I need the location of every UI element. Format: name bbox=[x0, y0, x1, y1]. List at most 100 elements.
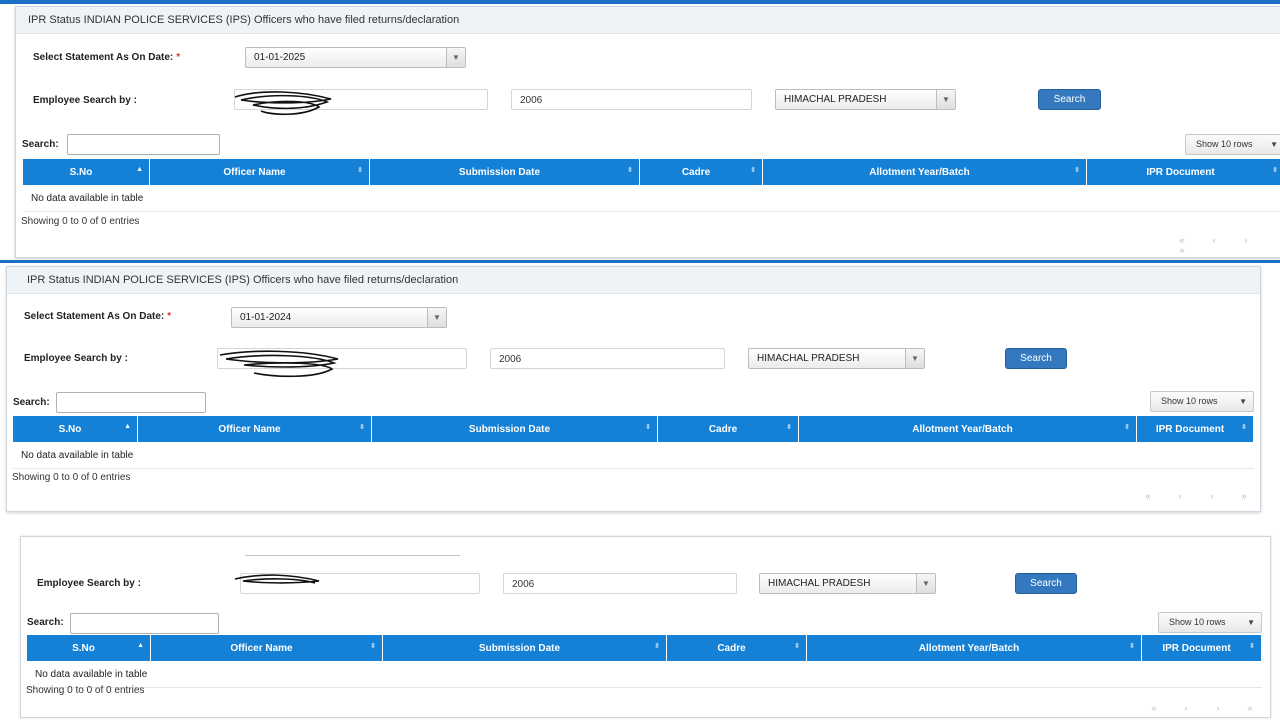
column-header-allotment-year[interactable]: Allotment Year/Batch ⬍ bbox=[798, 416, 1137, 442]
sort-icon: ⬍ bbox=[1129, 643, 1135, 650]
prev-page-icon[interactable]: ‹ bbox=[1170, 703, 1202, 713]
next-page-icon[interactable]: › bbox=[1230, 235, 1262, 245]
column-header-submission-date[interactable]: Submission Date ⬍ bbox=[369, 159, 640, 185]
employee-search-label: Employee Search by : bbox=[37, 578, 141, 589]
chevron-down-icon: ▼ bbox=[916, 574, 935, 593]
pagination: «‹ ›» bbox=[1138, 703, 1266, 713]
column-header-officer-name[interactable]: Officer Name ⬍ bbox=[150, 635, 383, 661]
next-page-icon[interactable]: › bbox=[1202, 703, 1234, 713]
search-button[interactable]: Search bbox=[1005, 348, 1067, 369]
sort-asc-icon: ▲ bbox=[124, 423, 131, 430]
sort-icon: ⬍ bbox=[1249, 643, 1255, 650]
column-header-officer-name[interactable]: Officer Name ⬍ bbox=[149, 159, 370, 185]
sort-asc-icon: ▲ bbox=[137, 642, 144, 649]
sort-icon: ⬍ bbox=[370, 643, 376, 650]
column-header-sno[interactable]: S.No ▲ bbox=[27, 635, 151, 661]
column-header-cadre[interactable]: Cadre ⬍ bbox=[657, 416, 799, 442]
officers-table: S.No ▲ Officer Name ⬍ Submission Date ⬍ Cad… bbox=[27, 635, 1262, 688]
last-page-icon[interactable]: » bbox=[1234, 703, 1266, 713]
column-header-sno[interactable]: S.No ▲ bbox=[23, 159, 150, 185]
table-search-label: Search: bbox=[27, 617, 64, 628]
first-page-icon[interactable]: « bbox=[1138, 703, 1170, 713]
show-rows-button[interactable]: Show 10 rows ▼ bbox=[1185, 134, 1280, 155]
panel-title: IPR Status INDIAN POLICE SERVICES (IPS) … bbox=[16, 7, 1280, 34]
sort-icon: ⬍ bbox=[359, 424, 365, 431]
column-header-sno[interactable]: S.No ▲ bbox=[13, 416, 138, 442]
employee-search-label: Employee Search by : bbox=[33, 95, 137, 106]
sort-icon: ⬍ bbox=[750, 167, 756, 174]
column-header-submission-date[interactable]: Submission Date ⬍ bbox=[371, 416, 658, 442]
entries-info: Showing 0 to 0 of 0 entries bbox=[21, 216, 140, 227]
sort-icon: ⬍ bbox=[1272, 167, 1278, 174]
cadre-select[interactable]: HIMACHAL PRADESH ▼ bbox=[775, 89, 956, 110]
table-search-input[interactable] bbox=[70, 613, 219, 634]
panel-title: IPR Status INDIAN POLICE SERVICES (IPS) … bbox=[7, 267, 1260, 294]
column-header-allotment-year[interactable]: Allotment Year/Batch ⬍ bbox=[762, 159, 1087, 185]
column-header-submission-date[interactable]: Submission Date ⬍ bbox=[382, 635, 667, 661]
column-header-ipr-document[interactable]: IPR Document ⬍ bbox=[1086, 159, 1280, 185]
sort-icon: ⬍ bbox=[1074, 167, 1080, 174]
statement-date-select[interactable]: 01-01-2025 ▼ bbox=[245, 47, 466, 68]
caret-down-icon: ▼ bbox=[1247, 618, 1255, 627]
table-search-label: Search: bbox=[13, 397, 50, 408]
sort-icon: ⬍ bbox=[654, 643, 660, 650]
empty-table-message: No data available in table bbox=[23, 185, 1280, 212]
employee-search-label: Employee Search by : bbox=[24, 353, 128, 364]
ipr-panel-2025: IPR Status INDIAN POLICE SERVICES (IPS) … bbox=[15, 6, 1280, 258]
chevron-down-icon: ▼ bbox=[905, 349, 924, 368]
ipr-panel-2024: IPR Status INDIAN POLICE SERVICES (IPS) … bbox=[6, 266, 1261, 512]
first-page-icon[interactable]: « bbox=[1132, 491, 1164, 501]
sort-icon: ⬍ bbox=[786, 424, 792, 431]
cadre-select[interactable]: HIMACHAL PRADESH ▼ bbox=[748, 348, 925, 369]
sort-icon: ⬍ bbox=[1241, 424, 1247, 431]
pagination: «‹ › » bbox=[1166, 235, 1280, 255]
prev-page-icon[interactable]: ‹ bbox=[1164, 491, 1196, 501]
batch-input[interactable]: 2006 bbox=[511, 89, 752, 110]
show-rows-button[interactable]: Show 10 rows ▼ bbox=[1150, 391, 1254, 412]
sort-icon: ⬍ bbox=[1124, 424, 1130, 431]
last-page-icon[interactable]: » bbox=[1228, 491, 1260, 501]
prev-page-icon[interactable]: ‹ bbox=[1198, 235, 1230, 245]
statement-date-label: Select Statement As On Date: * bbox=[24, 311, 172, 322]
chevron-down-icon: ▼ bbox=[446, 48, 465, 67]
next-page-icon[interactable]: › bbox=[1196, 491, 1228, 501]
chevron-down-icon: ▼ bbox=[936, 90, 955, 109]
table-search-input[interactable] bbox=[56, 392, 206, 413]
column-header-cadre[interactable]: Cadre ⬍ bbox=[639, 159, 763, 185]
statement-date-select[interactable]: 01-01-2024 ▼ bbox=[231, 307, 447, 328]
redaction-scribble bbox=[234, 574, 320, 584]
column-header-cadre[interactable]: Cadre ⬍ bbox=[666, 635, 807, 661]
column-header-allotment-year[interactable]: Allotment Year/Batch ⬍ bbox=[806, 635, 1142, 661]
caret-down-icon: ▼ bbox=[1239, 397, 1247, 406]
sort-icon: ⬍ bbox=[627, 167, 633, 174]
search-button[interactable]: Search bbox=[1038, 89, 1101, 110]
redaction-scribble bbox=[219, 350, 339, 378]
column-header-officer-name[interactable]: Officer Name ⬍ bbox=[137, 416, 372, 442]
pagination: «‹ ›» bbox=[1132, 491, 1260, 501]
column-header-ipr-document[interactable]: IPR Document ⬍ bbox=[1136, 416, 1254, 442]
top-accent-bar bbox=[0, 0, 1280, 4]
entries-info: Showing 0 to 0 of 0 entries bbox=[12, 472, 131, 483]
cadre-select[interactable]: HIMACHAL PRADESH ▼ bbox=[759, 573, 936, 594]
first-page-icon[interactable]: « bbox=[1166, 235, 1198, 245]
batch-input[interactable]: 2006 bbox=[503, 573, 737, 594]
batch-input[interactable]: 2006 bbox=[490, 348, 725, 369]
caret-down-icon: ▼ bbox=[1270, 140, 1278, 149]
sort-icon: ⬍ bbox=[357, 167, 363, 174]
empty-table-message: No data available in table bbox=[13, 442, 1254, 469]
search-button[interactable]: Search bbox=[1015, 573, 1077, 594]
entries-info: Showing 0 to 0 of 0 entries bbox=[26, 685, 145, 696]
cropped-date-field-edge bbox=[245, 552, 460, 556]
officers-table: S.No ▲ Officer Name ⬍ Submission Date ⬍ Cad… bbox=[13, 416, 1254, 469]
ipr-panel-partial: Employee Search by : 2006 HIMACHAL PRADE… bbox=[20, 536, 1271, 718]
table-search-input[interactable] bbox=[67, 134, 220, 155]
column-header-ipr-document[interactable]: IPR Document ⬍ bbox=[1141, 635, 1262, 661]
sort-asc-icon: ▲ bbox=[136, 166, 143, 173]
empty-table-message: No data available in table bbox=[27, 661, 1262, 688]
last-page-icon[interactable]: » bbox=[1166, 245, 1198, 255]
show-rows-button[interactable]: Show 10 rows ▼ bbox=[1158, 612, 1262, 633]
divider-bar bbox=[0, 260, 1280, 263]
statement-date-label: Select Statement As On Date: * bbox=[33, 52, 181, 63]
redaction-scribble bbox=[234, 91, 332, 116]
sort-icon: ⬍ bbox=[645, 424, 651, 431]
